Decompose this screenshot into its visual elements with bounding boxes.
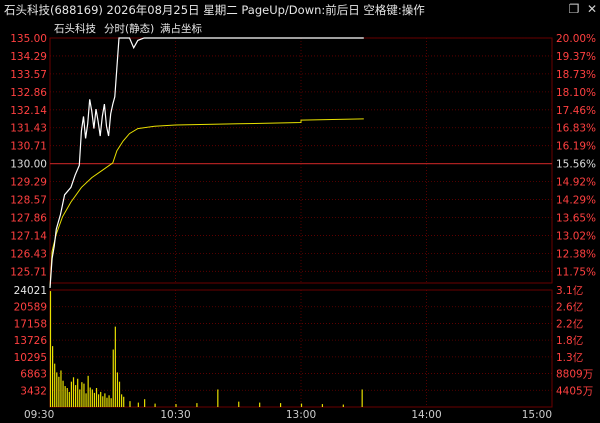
volume-axis-left: 24021 20589 17158 13726 10295 6863 3432 [14, 285, 48, 397]
price-tick-right: 18.10% [556, 87, 596, 99]
price-tick-left: 132.86 [10, 87, 47, 99]
volume-tick-left: 20589 [14, 302, 47, 314]
price-axis-right: 20.00% 19.37% 18.73% 18.10% 17.46% 16.83% 16.1… [556, 33, 596, 278]
price-tick-left: 133.57 [10, 69, 47, 81]
price-tick-right: 19.37% [556, 51, 596, 63]
intraday-chart[interactable]: 石头科技 分时(静态) 满占坐标 135.00 134.29 133.57 132.8… [0, 0, 600, 423]
price-line [49, 37, 364, 288]
price-tick-right: 16.83% [556, 123, 596, 135]
legend-scale-label: 满占坐标 [160, 22, 202, 35]
chart-frame [49, 37, 553, 408]
price-tick-right: 14.29% [556, 195, 596, 207]
volume-axis-right: 3.1亿 2.6亿 2.2亿 1.8亿 1.3亿 8809万 4405万 [556, 284, 593, 397]
price-tick-left: 130.71 [10, 141, 47, 153]
volume-tick-left: 24021 [14, 285, 47, 297]
legend-mode-label: 分时(静态) [104, 22, 154, 35]
price-tick-right: 18.73% [556, 69, 596, 81]
average-price-line [49, 118, 364, 288]
chart-legend: 石头科技 分时(静态) 满占坐标 [54, 22, 202, 35]
price-tick-left: 127.86 [10, 212, 47, 224]
volume-tick-right: 1.3亿 [556, 351, 583, 364]
volume-tick-right: 1.8亿 [556, 334, 583, 347]
time-tick: 14:00 [411, 409, 441, 421]
price-tick-left: 130.00 [10, 159, 47, 171]
price-tick-right: 13.65% [556, 212, 596, 224]
volume-tick-left: 13726 [14, 335, 48, 347]
volume-bars [49, 291, 363, 407]
time-tick: 10:30 [160, 409, 190, 421]
price-tick-right: 16.19% [556, 141, 596, 153]
volume-tick-left: 6863 [20, 369, 47, 381]
price-tick-right: 12.38% [556, 248, 596, 260]
volume-tick-right: 4405万 [556, 385, 593, 397]
volume-tick-left: 17158 [14, 318, 47, 330]
volume-tick-right: 2.6亿 [556, 301, 583, 314]
price-tick-right: 11.75% [556, 266, 596, 278]
volume-tick-left: 3432 [20, 385, 47, 397]
price-tick-left: 131.43 [10, 123, 47, 135]
price-tick-left: 126.43 [10, 248, 47, 260]
chart-grid [50, 37, 552, 407]
price-tick-right: 14.92% [556, 177, 596, 189]
price-tick-left: 134.29 [10, 51, 47, 63]
price-tick-left: 135.00 [10, 33, 47, 45]
time-tick: 15:00 [522, 409, 552, 421]
price-tick-right: 13.02% [556, 230, 596, 242]
price-tick-right: 17.46% [556, 105, 596, 117]
volume-tick-left: 10295 [14, 352, 47, 364]
price-tick-left: 127.14 [10, 230, 47, 242]
price-tick-left: 128.57 [10, 195, 47, 207]
volume-tick-right: 2.2亿 [556, 317, 583, 330]
price-tick-left: 132.14 [10, 105, 47, 117]
price-tick-right: 15.56% [556, 159, 596, 171]
volume-tick-right: 8809万 [556, 369, 593, 381]
price-axis-left: 135.00 134.29 133.57 132.86 132.14 131.43 130.… [10, 33, 47, 278]
time-tick: 09:30 [24, 409, 54, 421]
price-tick-left: 129.29 [10, 177, 47, 189]
price-tick-right: 20.00% [556, 33, 596, 45]
legend-stock-name: 石头科技 [54, 22, 96, 35]
time-tick: 13:00 [286, 409, 316, 421]
volume-tick-right: 3.1亿 [556, 284, 583, 297]
time-axis: 09:30 10:30 13:00 14:00 15:00 [24, 409, 552, 421]
price-tick-left: 125.71 [10, 266, 47, 278]
